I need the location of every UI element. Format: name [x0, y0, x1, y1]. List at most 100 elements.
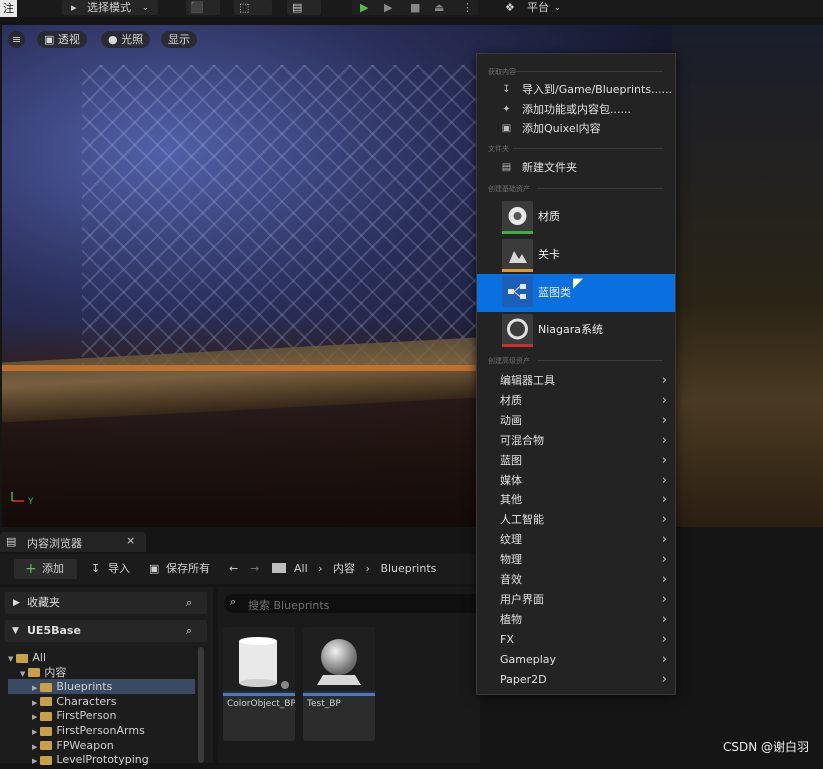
tree-item[interactable]: ▶ Characters	[8, 694, 195, 709]
eject-icon[interactable]: ⏏	[434, 0, 444, 15]
expand-arrow-icon[interactable]: ▶	[32, 743, 37, 751]
search-input[interactable]: ⌕ 搜索 Blueprints	[224, 594, 480, 613]
search-icon[interactable]: ⌕	[186, 592, 192, 614]
tree-item[interactable]: ▶ Blueprints	[8, 679, 195, 695]
import-label: 导入	[108, 562, 130, 575]
breadcrumb-item[interactable]: 内容	[333, 562, 355, 575]
play-controls: ▶ ▶ ■ ⏏ ⋮	[352, 0, 478, 15]
asset-tile[interactable]: ColorObject_BP	[223, 627, 295, 741]
lighting-button[interactable]: ● 光照	[101, 31, 151, 48]
tree-item[interactable]: ▶ FirstPerson	[8, 708, 195, 723]
platform-button[interactable]: ❖ 平台 ⌄	[503, 0, 565, 15]
level-viewport[interactable]: ≡ ▣ 透视 ● 光照 显示 Y	[2, 25, 823, 527]
expand-arrow-icon[interactable]: ▶	[32, 684, 37, 692]
expand-arrow-icon[interactable]: ▶	[32, 713, 37, 721]
new-folder-icon: ▤	[501, 162, 512, 173]
menu-item-blueprint-class[interactable]: 蓝图类 ◤	[477, 274, 675, 312]
folder-icon	[40, 741, 53, 751]
asset-tile[interactable]: Test_BP	[303, 627, 375, 741]
folder-icon	[40, 755, 53, 765]
back-icon[interactable]: ←	[229, 562, 238, 575]
tree-item[interactable]: ▶ FirstPersonArms	[8, 723, 195, 738]
level-stripe	[502, 269, 533, 272]
submenu-item[interactable]: 植物 ›	[477, 610, 675, 629]
blueprint-type-bar	[303, 693, 375, 696]
forward-icon[interactable]: →	[250, 562, 259, 575]
content-browser-tab[interactable]: ▤ 内容浏览器 ×	[0, 532, 146, 552]
submenu-item-label: 蓝图	[500, 453, 522, 467]
tree-item[interactable]: ▼ All	[8, 650, 195, 665]
submenu-item[interactable]: 编辑器工具 ›	[477, 371, 675, 390]
submenu-item[interactable]: 可混合物 ›	[477, 431, 675, 450]
submenu-item[interactable]: 物理 ›	[477, 550, 675, 569]
submenu-item[interactable]: Gameplay ›	[477, 650, 675, 669]
select-mode-label: 选择模式	[87, 1, 131, 14]
blueprint-class-icon	[502, 276, 533, 307]
favorites-header[interactable]: ▶ 收藏夹 ⌕	[5, 592, 207, 614]
tree-item[interactable]: ▶ FPWeapon	[8, 738, 195, 753]
expand-arrow-icon[interactable]: ▶	[32, 757, 37, 765]
breadcrumb-item[interactable]: Blueprints	[380, 562, 436, 575]
asset-grid: ⌕ 搜索 Blueprints ColorObject_BP Test_BP	[218, 587, 480, 763]
expand-arrow-icon[interactable]: ▶	[32, 728, 37, 736]
breadcrumb-item[interactable]: All	[294, 562, 308, 575]
viewport-menu-button[interactable]: ≡	[8, 31, 26, 48]
menu-item-level[interactable]: 关卡	[477, 237, 675, 273]
close-icon[interactable]: ×	[126, 534, 135, 547]
show-button[interactable]: 显示	[161, 31, 197, 48]
material-icon	[502, 201, 533, 232]
submenu-item-label: 动画	[500, 413, 522, 427]
submenu-item[interactable]: 音效 ›	[477, 570, 675, 589]
select-mode-button[interactable]: ▸ 选择模式 ⌄	[62, 0, 158, 15]
submenu-item[interactable]: 人工智能 ›	[477, 510, 675, 529]
collapse-arrow-icon[interactable]: ▼	[8, 655, 13, 663]
submenu-item[interactable]: 纹理 ›	[477, 530, 675, 549]
submenu-item[interactable]: 用户界面 ›	[477, 590, 675, 609]
folder-icon	[28, 668, 41, 678]
submenu-item[interactable]: 媒体 ›	[477, 471, 675, 490]
add-button[interactable]: + 添加	[14, 559, 77, 579]
submenu-item[interactable]: FX ›	[477, 630, 675, 649]
chevron-down-icon: ⌄	[142, 3, 149, 12]
chevron-right-icon: ›	[661, 452, 667, 468]
folder-icon	[40, 682, 53, 692]
menu-item-niagara[interactable]: Niagara系统	[477, 312, 675, 348]
menu-item-import[interactable]: ↧ 导入到/Game/Blueprints......	[477, 80, 675, 99]
menu-item-label: 新建文件夹	[522, 161, 577, 174]
menu-item-material[interactable]: 材质	[477, 199, 675, 235]
play-icon[interactable]: ▶	[360, 0, 368, 15]
chevron-right-icon: ›	[661, 392, 667, 408]
step-icon[interactable]: ▶	[384, 0, 392, 15]
search-icon[interactable]: ⌕	[186, 620, 192, 642]
blueprint-menu-button[interactable]: ⬚	[234, 0, 272, 15]
cinematics-button[interactable]: ▤	[287, 0, 321, 15]
section-folder: 文件夹	[488, 145, 509, 153]
tree-item[interactable]: ▶ LevelPrototyping	[8, 752, 195, 767]
more-options-icon[interactable]: ⋮	[462, 0, 473, 15]
collapse-arrow-icon[interactable]: ▼	[20, 670, 25, 678]
submenu-item[interactable]: 其他 ›	[477, 490, 675, 509]
submenu-item[interactable]: 蓝图 ›	[477, 451, 675, 470]
menu-item-new-folder[interactable]: ▤ 新建文件夹	[477, 158, 675, 177]
submenu-item-label: Paper2D	[500, 672, 547, 686]
menu-item-label: 材质	[538, 210, 560, 223]
svg-text:Y: Y	[27, 497, 34, 505]
tree-item[interactable]: ▼ 内容	[8, 665, 195, 680]
submenu-item-label: Gameplay	[500, 652, 557, 666]
import-button[interactable]: ↧ 导入	[91, 559, 141, 579]
tab-title: 内容浏览器	[27, 537, 82, 550]
menu-item-add-feature[interactable]: ✦ 添加功能或内容包......	[477, 100, 675, 119]
expand-arrow-icon[interactable]: ▶	[32, 699, 37, 707]
save-all-button[interactable]: ▣ 保存所有	[149, 559, 219, 579]
perspective-button[interactable]: ▣ 透视	[37, 31, 87, 48]
submenu-item[interactable]: 材质 ›	[477, 391, 675, 410]
submenu-item[interactable]: Paper2D ›	[477, 670, 675, 689]
stop-icon[interactable]: ■	[410, 0, 420, 15]
tree-scrollbar[interactable]	[198, 647, 204, 763]
submenu-item[interactable]: 动画 ›	[477, 411, 675, 430]
menu-item-add-quixel[interactable]: ▣ 添加Quixel内容	[477, 119, 675, 138]
submenu-item-label: 人工智能	[500, 513, 544, 527]
section-divider	[513, 71, 663, 72]
project-header[interactable]: ▼ UE5Base ⌕	[5, 620, 207, 642]
add-actor-button[interactable]: ⬛	[186, 0, 220, 15]
